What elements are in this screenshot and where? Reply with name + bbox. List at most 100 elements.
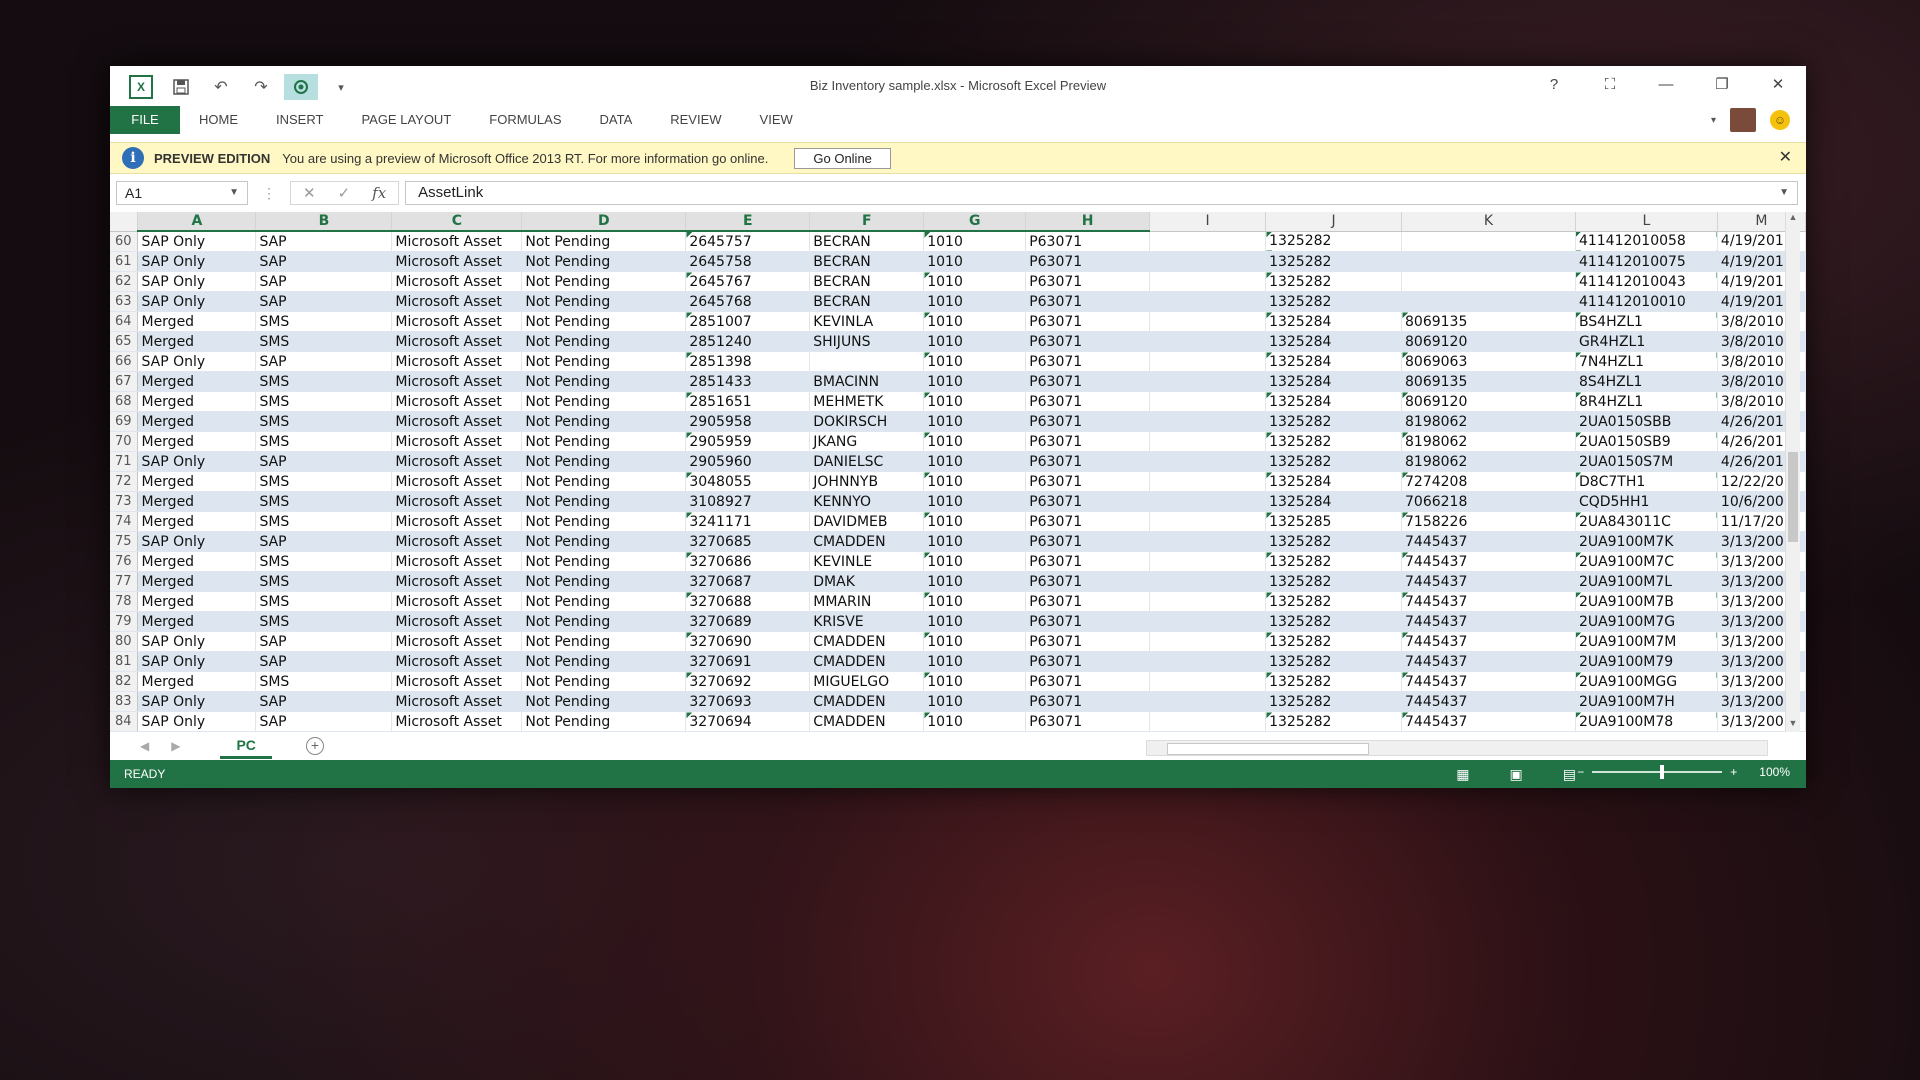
column-header[interactable]: K: [1401, 212, 1576, 232]
cell[interactable]: P63071: [1025, 611, 1151, 632]
cell[interactable]: [1149, 631, 1267, 652]
cell[interactable]: P63071: [1025, 671, 1151, 692]
cell[interactable]: Microsoft Asset: [391, 711, 523, 732]
cell[interactable]: KRISVE: [809, 611, 925, 632]
expand-formula-icon[interactable]: ▼: [1779, 182, 1789, 204]
cell[interactable]: Microsoft Asset: [391, 391, 523, 412]
cell[interactable]: SAP Only: [137, 631, 257, 652]
cell[interactable]: CMADDEN: [809, 631, 925, 652]
cell[interactable]: BECRAN: [809, 231, 925, 252]
cell[interactable]: DOKIRSCH: [809, 411, 925, 432]
cell[interactable]: SAP Only: [137, 651, 257, 672]
cell[interactable]: Microsoft Asset: [391, 571, 523, 592]
cell[interactable]: SAP: [255, 231, 393, 252]
cell[interactable]: Not Pending: [521, 651, 687, 672]
cell[interactable]: SAP: [255, 271, 393, 292]
tab-page-layout[interactable]: PAGE LAYOUT: [342, 106, 470, 134]
row-header[interactable]: 70: [110, 431, 139, 452]
cell[interactable]: [1149, 451, 1267, 472]
cell[interactable]: Microsoft Asset: [391, 291, 523, 312]
cell[interactable]: Merged: [137, 331, 257, 352]
cell[interactable]: DAVIDMEB: [809, 511, 925, 532]
cell[interactable]: Microsoft Asset: [391, 431, 523, 452]
cell[interactable]: 1325284: [1265, 371, 1403, 392]
cell[interactable]: Merged: [137, 571, 257, 592]
cell[interactable]: 3270691: [685, 651, 811, 672]
cell[interactable]: Not Pending: [521, 371, 687, 392]
cell[interactable]: Merged: [137, 431, 257, 452]
cell[interactable]: 3241171: [685, 511, 811, 532]
select-all-corner[interactable]: [110, 212, 139, 232]
cell[interactable]: Not Pending: [521, 711, 687, 732]
cell[interactable]: Not Pending: [521, 591, 687, 612]
row-header[interactable]: 83: [110, 691, 139, 712]
row-header[interactable]: 72: [110, 471, 139, 492]
cell[interactable]: [1149, 411, 1267, 432]
cell[interactable]: Not Pending: [521, 391, 687, 412]
go-online-button[interactable]: Go Online: [794, 147, 891, 169]
cell[interactable]: [1149, 331, 1267, 352]
cell[interactable]: SAP: [255, 351, 393, 372]
cell[interactable]: [1401, 271, 1576, 292]
cell[interactable]: [1149, 231, 1267, 252]
cell[interactable]: 2851651: [685, 391, 811, 412]
cell[interactable]: 1010: [923, 711, 1027, 732]
cell[interactable]: SMS: [255, 671, 393, 692]
row-header[interactable]: 74: [110, 511, 139, 532]
cell[interactable]: 7445437: [1401, 591, 1576, 612]
cell[interactable]: Not Pending: [521, 671, 687, 692]
cell[interactable]: KEVINLA: [809, 311, 925, 332]
cell[interactable]: [1149, 551, 1267, 572]
cell[interactable]: Merged: [137, 411, 257, 432]
cell[interactable]: 1010: [923, 571, 1027, 592]
cell[interactable]: [1401, 251, 1576, 272]
cell[interactable]: 1325284: [1265, 351, 1403, 372]
cell[interactable]: SMS: [255, 551, 393, 572]
cell[interactable]: P63071: [1025, 411, 1151, 432]
row-header[interactable]: 71: [110, 451, 139, 472]
row-header[interactable]: 76: [110, 551, 139, 572]
cell[interactable]: 3108927: [685, 491, 811, 512]
cell[interactable]: Not Pending: [521, 471, 687, 492]
cell[interactable]: BECRAN: [809, 291, 925, 312]
cell[interactable]: 1010: [923, 231, 1027, 252]
cell[interactable]: 8198062: [1401, 431, 1576, 452]
restore-button[interactable]: ❐: [1694, 70, 1750, 98]
cell[interactable]: 8069063: [1401, 351, 1576, 372]
column-header[interactable]: H: [1025, 212, 1151, 232]
cell[interactable]: MEHMETK: [809, 391, 925, 412]
cell[interactable]: [1149, 271, 1267, 292]
cell[interactable]: P63071: [1025, 531, 1151, 552]
row-header[interactable]: 67: [110, 371, 139, 392]
cell[interactable]: 2UA0150SBB: [1575, 411, 1718, 432]
cell[interactable]: P63071: [1025, 431, 1151, 452]
cell[interactable]: P63071: [1025, 551, 1151, 572]
cell[interactable]: Not Pending: [521, 431, 687, 452]
row-header[interactable]: 66: [110, 351, 139, 372]
cell[interactable]: 2645758: [685, 251, 811, 272]
cell[interactable]: 1325282: [1265, 251, 1403, 272]
cell[interactable]: 2UA0150SB9: [1575, 431, 1718, 452]
row-header[interactable]: 68: [110, 391, 139, 412]
insert-function-icon[interactable]: fx: [372, 184, 386, 202]
cell[interactable]: P63071: [1025, 511, 1151, 532]
cell[interactable]: 1010: [923, 311, 1027, 332]
cell[interactable]: SMS: [255, 571, 393, 592]
row-header[interactable]: 65: [110, 331, 139, 352]
cell[interactable]: Merged: [137, 491, 257, 512]
cell[interactable]: Merged: [137, 371, 257, 392]
cell[interactable]: 1325282: [1265, 531, 1403, 552]
cell[interactable]: 1325282: [1265, 431, 1403, 452]
cell[interactable]: 1325282: [1265, 571, 1403, 592]
cell[interactable]: 1325282: [1265, 451, 1403, 472]
scroll-up-icon[interactable]: ▲: [1786, 212, 1800, 226]
tab-home[interactable]: HOME: [180, 106, 257, 134]
cell[interactable]: Not Pending: [521, 631, 687, 652]
cell[interactable]: SMS: [255, 511, 393, 532]
cell[interactable]: Not Pending: [521, 271, 687, 292]
cell[interactable]: 2UA9100M7M: [1575, 631, 1718, 652]
cell[interactable]: 2645768: [685, 291, 811, 312]
cell[interactable]: 8198062: [1401, 411, 1576, 432]
column-header[interactable]: D: [521, 212, 687, 232]
cell[interactable]: Microsoft Asset: [391, 631, 523, 652]
